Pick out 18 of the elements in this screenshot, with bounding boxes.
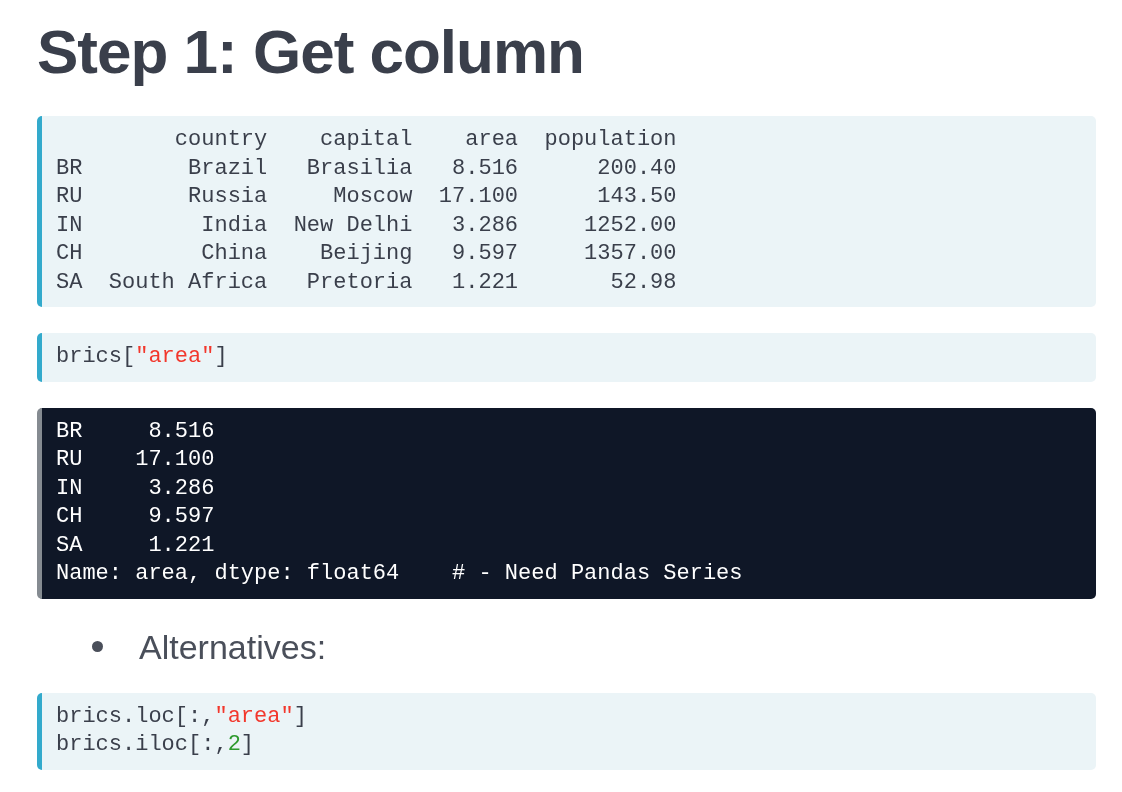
code-line: brics["area"] <box>56 343 228 371</box>
output-line: RU 17.100 <box>56 446 215 474</box>
code-line: IN India New Delhi 3.286 1252.00 <box>56 211 677 240</box>
output-line: CH 9.597 <box>56 503 215 531</box>
code-line: country capital area population <box>173 126 677 154</box>
output-line: SA 1.221 <box>56 531 215 560</box>
code-line: brics.iloc[:,2] <box>56 731 255 759</box>
output-line: IN 3.286 <box>56 474 215 503</box>
code-line: RU Russia Moscow 17.100 143.50 <box>56 183 677 211</box>
output-line: Name: area, dtype: float64 # - Need Pandas Series <box>56 560 743 588</box>
bullet-icon <box>92 641 103 652</box>
code-line: CH China Beijing 9.597 1357.00 <box>56 240 677 268</box>
output-line: BR 8.516 <box>56 417 215 446</box>
slide-title: Step 1: Get column <box>37 16 584 88</box>
bullet-text: Alternatives: <box>139 626 327 668</box>
code-line: SA South Africa Pretoria 1.221 52.98 <box>56 268 677 297</box>
code-line: brics.loc[:,"area"] <box>56 702 307 731</box>
code-line: BR Brazil Brasilia 8.516 200.40 <box>56 154 677 183</box>
